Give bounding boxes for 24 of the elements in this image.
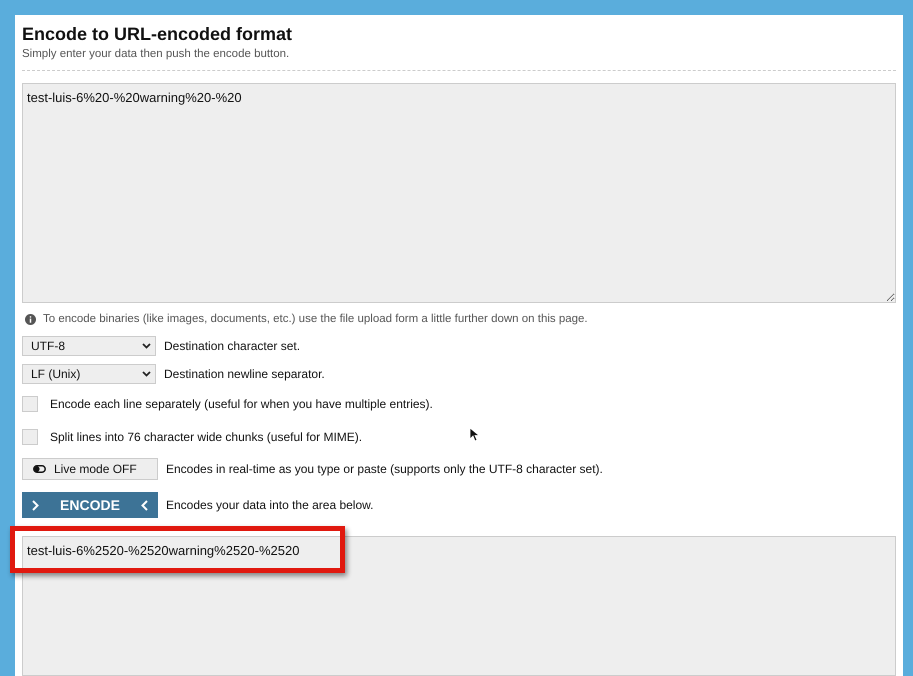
checkbox[interactable]	[22, 396, 38, 412]
info-text: To encode binaries (like images, documents, etc.) use the file upload form a little further down on this page.	[43, 313, 588, 325]
input-field[interactable]: test-luis-6%20-%20warning%20-%20	[22, 83, 896, 303]
dropdown[interactable]: LF (Unix)	[22, 364, 156, 384]
chevron-down-icon	[142, 343, 151, 349]
output-field[interactable]: test-luis-6%2520-%2520warning%2520-%2520	[22, 536, 896, 676]
info-icon	[25, 314, 36, 324]
page-subtitle: Simply enter your data then push the encode button.	[22, 48, 290, 60]
mouse-cursor-icon	[469, 427, 479, 442]
dropdown-label: Destination newline separator.	[164, 367, 325, 381]
chevron-left-icon	[141, 500, 148, 510]
toggle-icon	[33, 465, 46, 473]
live-mode-toggle[interactable]: Live mode OFF	[22, 458, 158, 480]
checkbox[interactable]	[22, 429, 38, 445]
live-mode-description: Encodes in real-time as you type or paste (supports only the UTF-8 character set).	[166, 462, 603, 476]
dropdown[interactable]: UTF-8	[22, 336, 156, 356]
page-title: Encode to URL-encoded format	[22, 23, 294, 45]
checkbox-label: Split lines into 76 character wide chunks (useful for MIME).	[50, 430, 362, 444]
checkbox-label: Encode each line separately (useful for when you have multiple entries).	[50, 397, 433, 411]
dropdown-label: Destination character set.	[164, 339, 300, 353]
chevron-right-icon	[32, 500, 39, 510]
encode-button[interactable]: ENCODE	[22, 492, 158, 518]
encode-description: Encodes your data into the area below.	[166, 498, 374, 512]
chevron-down-icon	[142, 371, 151, 377]
